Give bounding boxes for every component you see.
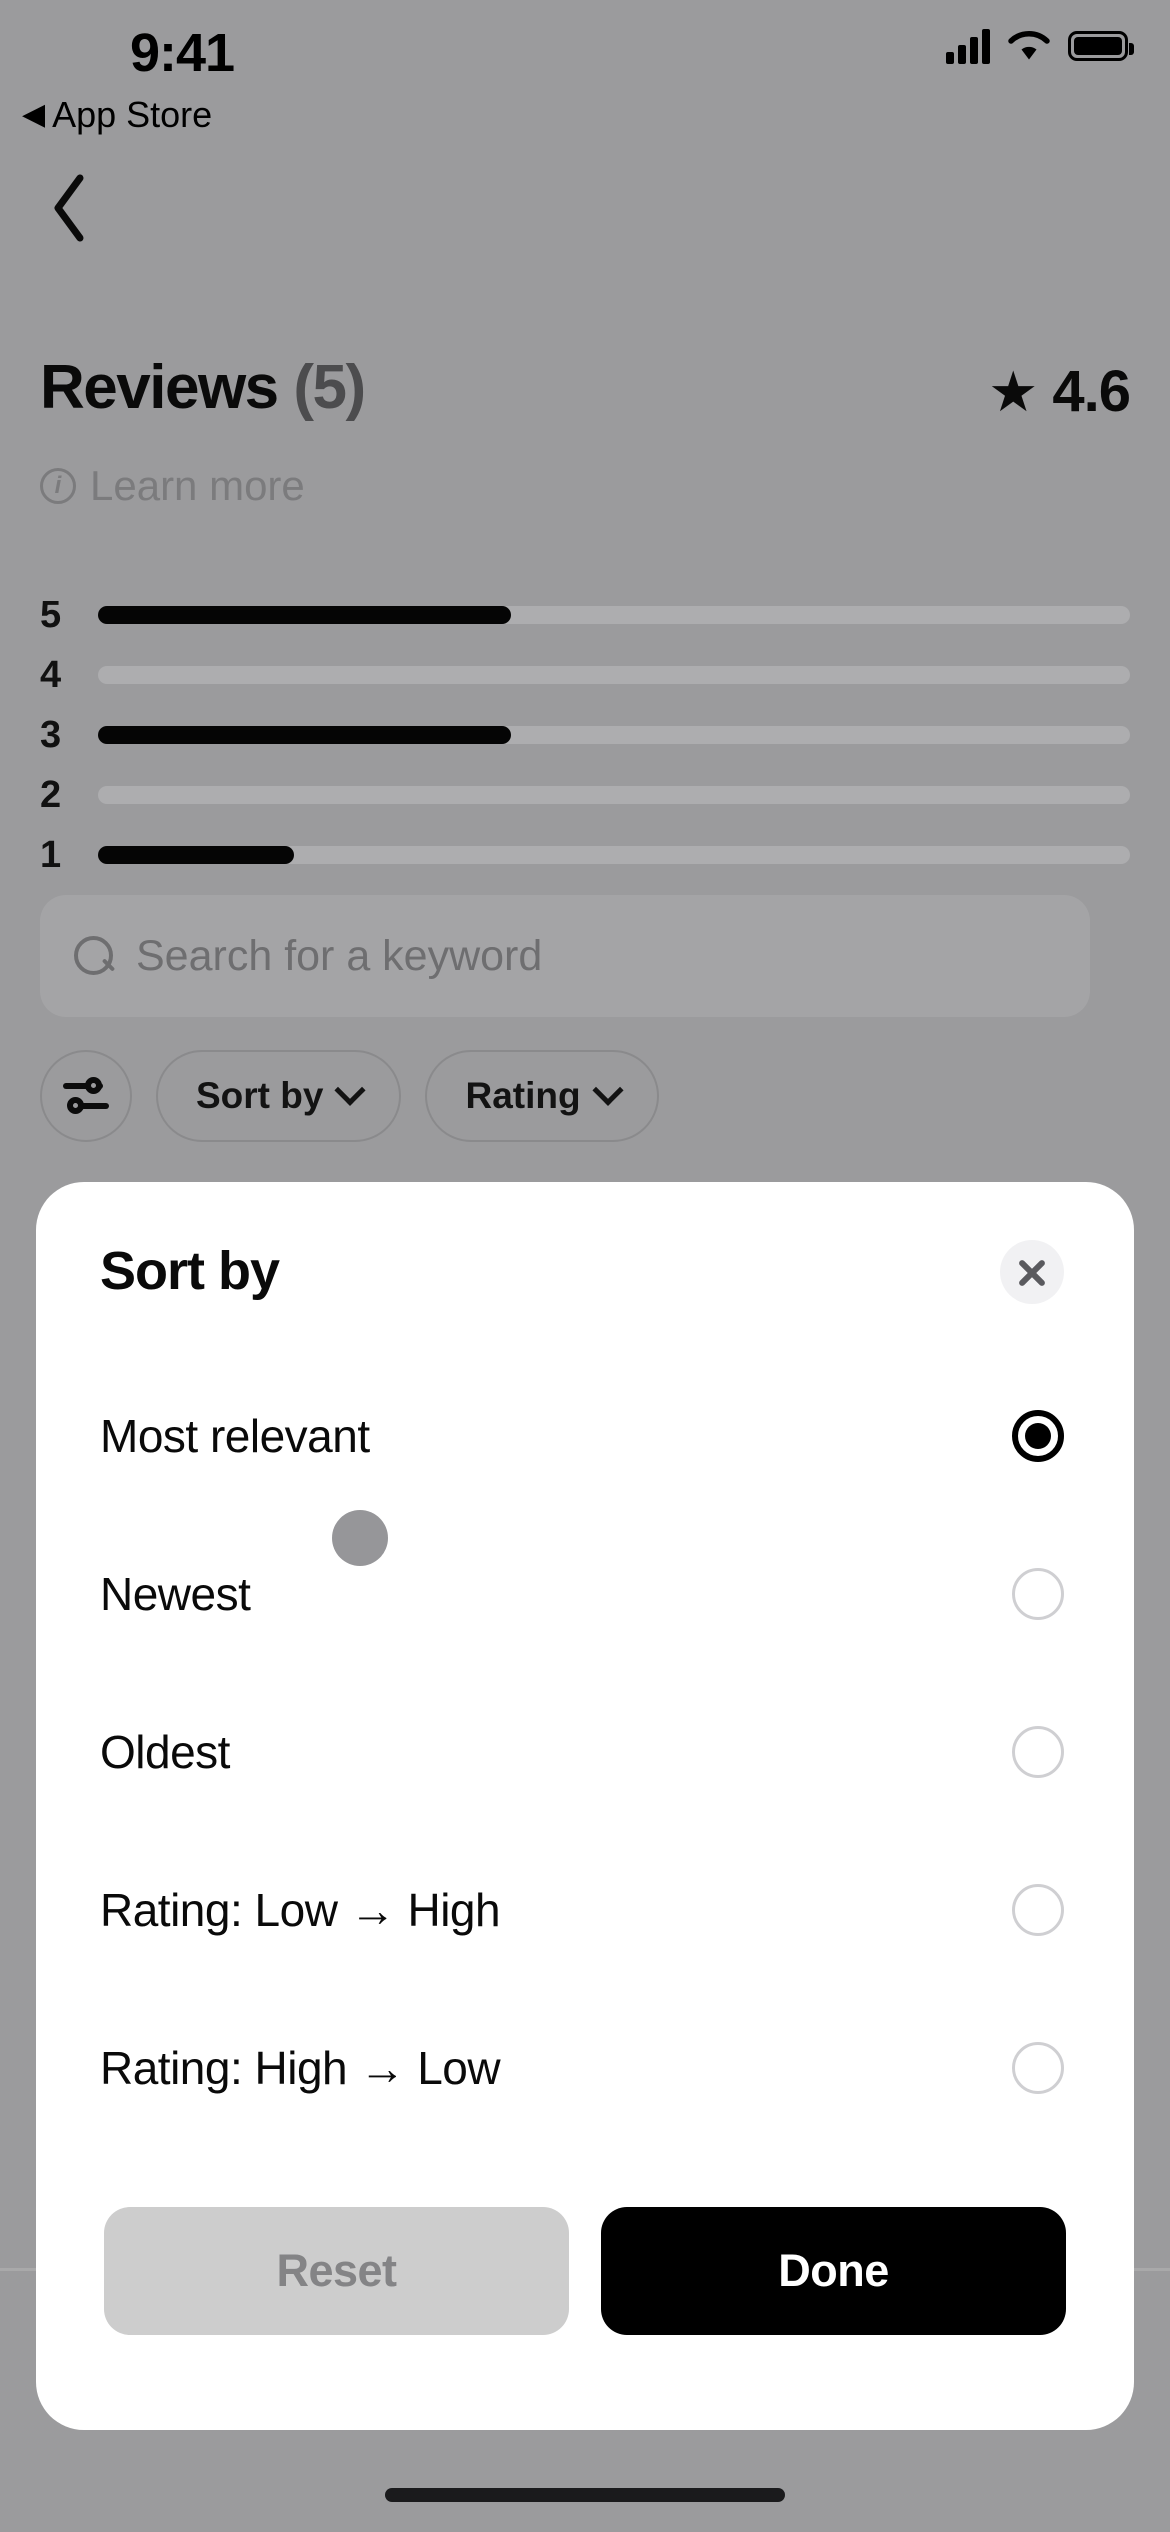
sort-option-label: Oldest bbox=[100, 1726, 230, 1778]
sliders-icon bbox=[63, 1076, 109, 1116]
chip-rating[interactable]: Rating bbox=[425, 1050, 659, 1142]
wifi-icon bbox=[1008, 31, 1050, 60]
histogram-label: 3 bbox=[40, 713, 62, 756]
histogram-fill bbox=[98, 606, 511, 624]
radio-button[interactable] bbox=[1012, 1726, 1064, 1778]
histogram-label: 5 bbox=[40, 593, 62, 636]
rating-histogram: 5 4 3 2 1 bbox=[40, 585, 1130, 885]
chip-sort-by[interactable]: Sort by bbox=[156, 1050, 402, 1142]
average-rating: ★ 4.6 bbox=[988, 358, 1131, 425]
learn-more-link[interactable]: i Learn more bbox=[40, 462, 305, 510]
page-title: Reviews (5) bbox=[40, 352, 1130, 423]
phone-screen: 9:41 ◀ App Store Reviews (5) ★ 4.6 i Lea… bbox=[0, 0, 1170, 2532]
search-icon bbox=[74, 936, 114, 976]
sort-option-rating-high-low[interactable]: Rating: High → Low bbox=[36, 1989, 1134, 2147]
sheet-title: Sort by bbox=[100, 1241, 280, 1301]
touch-indicator bbox=[332, 1510, 388, 1566]
sort-option-label: Rating: Low → High bbox=[100, 1884, 501, 1936]
sort-option-oldest[interactable]: Oldest bbox=[36, 1673, 1134, 1831]
reset-button[interactable]: Reset bbox=[104, 2207, 569, 2335]
home-indicator[interactable] bbox=[385, 2488, 785, 2502]
histogram-label: 4 bbox=[40, 653, 62, 696]
chevron-down-icon bbox=[592, 1074, 624, 1106]
back-to-app-store[interactable]: ◀ App Store bbox=[22, 94, 212, 136]
sort-option-label: Most relevant bbox=[100, 1410, 370, 1462]
chip-sort-by-label: Sort by bbox=[196, 1075, 324, 1116]
status-time: 9:41 bbox=[130, 23, 235, 83]
nav-back-button[interactable] bbox=[30, 168, 110, 248]
chevron-down-icon bbox=[334, 1074, 367, 1106]
reviews-title-text: Reviews bbox=[40, 353, 279, 422]
sheet-header: Sort by bbox=[36, 1182, 1134, 1357]
back-app-label: App Store bbox=[52, 94, 213, 135]
signal-bars-icon bbox=[946, 28, 990, 64]
histogram-track bbox=[98, 786, 1130, 804]
histogram-row[interactable]: 4 bbox=[40, 645, 1130, 705]
radio-button[interactable] bbox=[1012, 1568, 1064, 1620]
done-button[interactable]: Done bbox=[601, 2207, 1066, 2335]
average-rating-value: 4.6 bbox=[1052, 359, 1131, 424]
histogram-label: 1 bbox=[40, 833, 62, 876]
sort-option-newest[interactable]: Newest bbox=[36, 1515, 1134, 1673]
sort-by-sheet: Sort by Most relevant Newest Oldest Rati… bbox=[36, 1182, 1134, 2430]
radio-button[interactable] bbox=[1012, 1884, 1064, 1936]
status-icons bbox=[946, 28, 1134, 64]
histogram-track bbox=[98, 606, 1130, 624]
histogram-label: 2 bbox=[40, 773, 62, 816]
reviews-count: (5) bbox=[293, 353, 366, 422]
learn-more-label: Learn more bbox=[90, 462, 305, 509]
histogram-track bbox=[98, 666, 1130, 684]
battery-icon bbox=[1068, 31, 1134, 61]
status-bar: 9:41 ◀ App Store bbox=[0, 0, 1170, 150]
sort-option-label: Rating: High → Low bbox=[100, 2042, 501, 2094]
chevron-left-icon bbox=[54, 174, 84, 242]
chip-rating-label: Rating bbox=[465, 1075, 581, 1116]
histogram-row[interactable]: 2 bbox=[40, 765, 1130, 825]
histogram-track bbox=[98, 726, 1130, 744]
histogram-track bbox=[98, 846, 1130, 864]
search-input[interactable]: Search for a keyword bbox=[40, 895, 1090, 1017]
filter-chip-row: Sort by Rating bbox=[40, 1050, 659, 1142]
histogram-fill bbox=[98, 846, 295, 864]
histogram-row[interactable]: 1 bbox=[40, 825, 1130, 885]
histogram-fill bbox=[98, 726, 511, 744]
filter-button[interactable] bbox=[40, 1050, 132, 1142]
radio-button[interactable] bbox=[1012, 2042, 1064, 2094]
info-icon: i bbox=[40, 468, 76, 504]
sort-option-label: Newest bbox=[100, 1568, 251, 1620]
close-icon bbox=[1015, 1255, 1049, 1289]
histogram-row[interactable]: 5 bbox=[40, 585, 1130, 645]
back-triangle-icon: ◀ bbox=[22, 98, 46, 131]
sheet-actions: Reset Done bbox=[36, 2185, 1134, 2430]
reviews-header: Reviews (5) ★ 4.6 bbox=[40, 352, 1131, 425]
histogram-row[interactable]: 3 bbox=[40, 705, 1130, 765]
search-placeholder: Search for a keyword bbox=[136, 931, 543, 980]
sort-option-rating-low-high[interactable]: Rating: Low → High bbox=[36, 1831, 1134, 1989]
sort-option-most-relevant[interactable]: Most relevant bbox=[36, 1357, 1134, 1515]
star-icon: ★ bbox=[988, 359, 1039, 423]
close-button[interactable] bbox=[1000, 1240, 1064, 1304]
radio-button-selected[interactable] bbox=[1012, 1410, 1064, 1462]
